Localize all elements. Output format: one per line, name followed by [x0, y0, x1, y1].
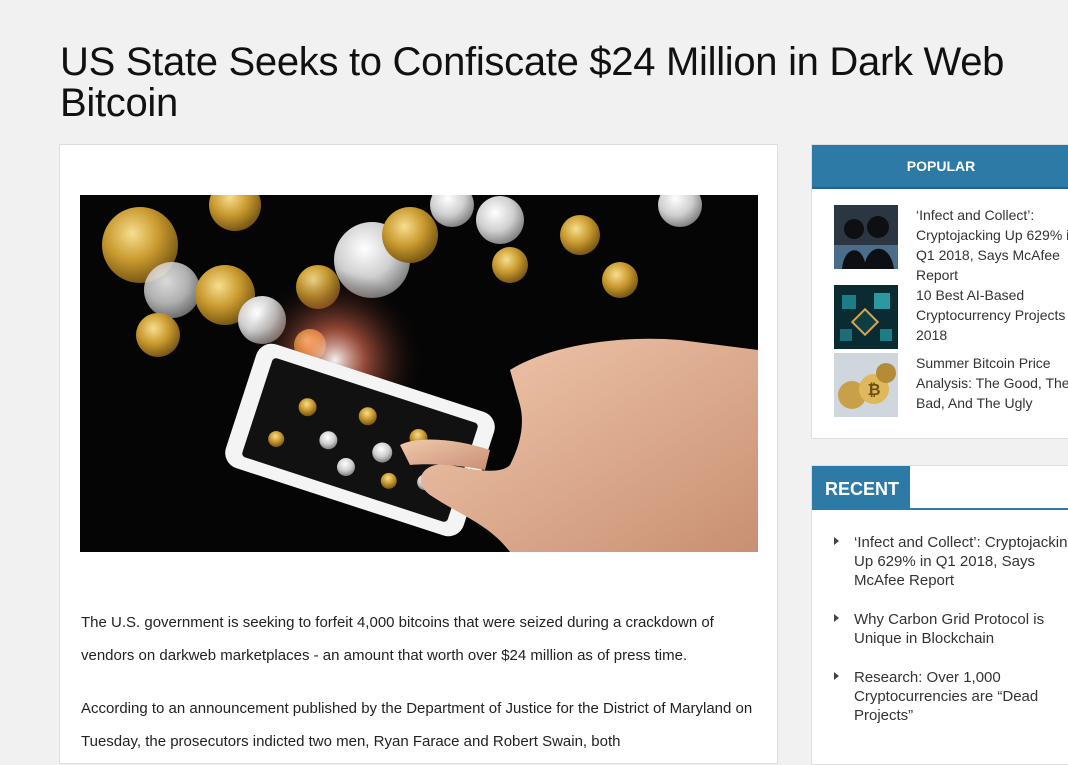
- caret-right-icon: [834, 537, 839, 545]
- article-paragraph: According to an announcement published b…: [81, 700, 753, 750]
- recent-item-title[interactable]: Why Carbon Grid Protocol is Unique in Bl…: [854, 610, 1068, 648]
- popular-widget: POPULAR ‘Infect and Collect’: Cryptojack…: [811, 144, 1068, 439]
- recent-item-title[interactable]: ‘Infect and Collect’: Cryptojacking Up 6…: [854, 533, 1068, 590]
- popular-heading: POPULAR: [812, 145, 1068, 189]
- article-card: The U.S. government is seeking to forfei…: [59, 144, 778, 764]
- recent-heading: RECENT: [812, 466, 910, 510]
- popular-item-title[interactable]: Summer Bitcoin Price Analysis: The Good,…: [916, 353, 1068, 413]
- popular-thumbnail[interactable]: [834, 205, 898, 269]
- recent-widget: RECENT ‘Infect and Collect’: Cryptojacki…: [811, 465, 1068, 765]
- popular-item-title[interactable]: ‘Infect and Collect’: Cryptojacking Up 6…: [916, 205, 1068, 285]
- caret-right-icon: [834, 614, 839, 622]
- recent-item-title[interactable]: Research: Over 1,000 Cryptocurrencies ar…: [854, 668, 1068, 725]
- article-title: US State Seeks to Confiscate $24 Million…: [60, 40, 1005, 125]
- article-paragraph: The U.S. government is seeking to forfei…: [81, 614, 714, 664]
- popular-thumbnail[interactable]: [834, 285, 898, 349]
- article-hero-image: [80, 195, 758, 552]
- svg-text:₿: ₿: [867, 380, 880, 399]
- caret-right-icon: [834, 672, 839, 680]
- popular-thumbnail[interactable]: ₿: [834, 353, 898, 417]
- popular-item-title[interactable]: 10 Best AI-Based Cryptocurrency Projects…: [916, 285, 1068, 345]
